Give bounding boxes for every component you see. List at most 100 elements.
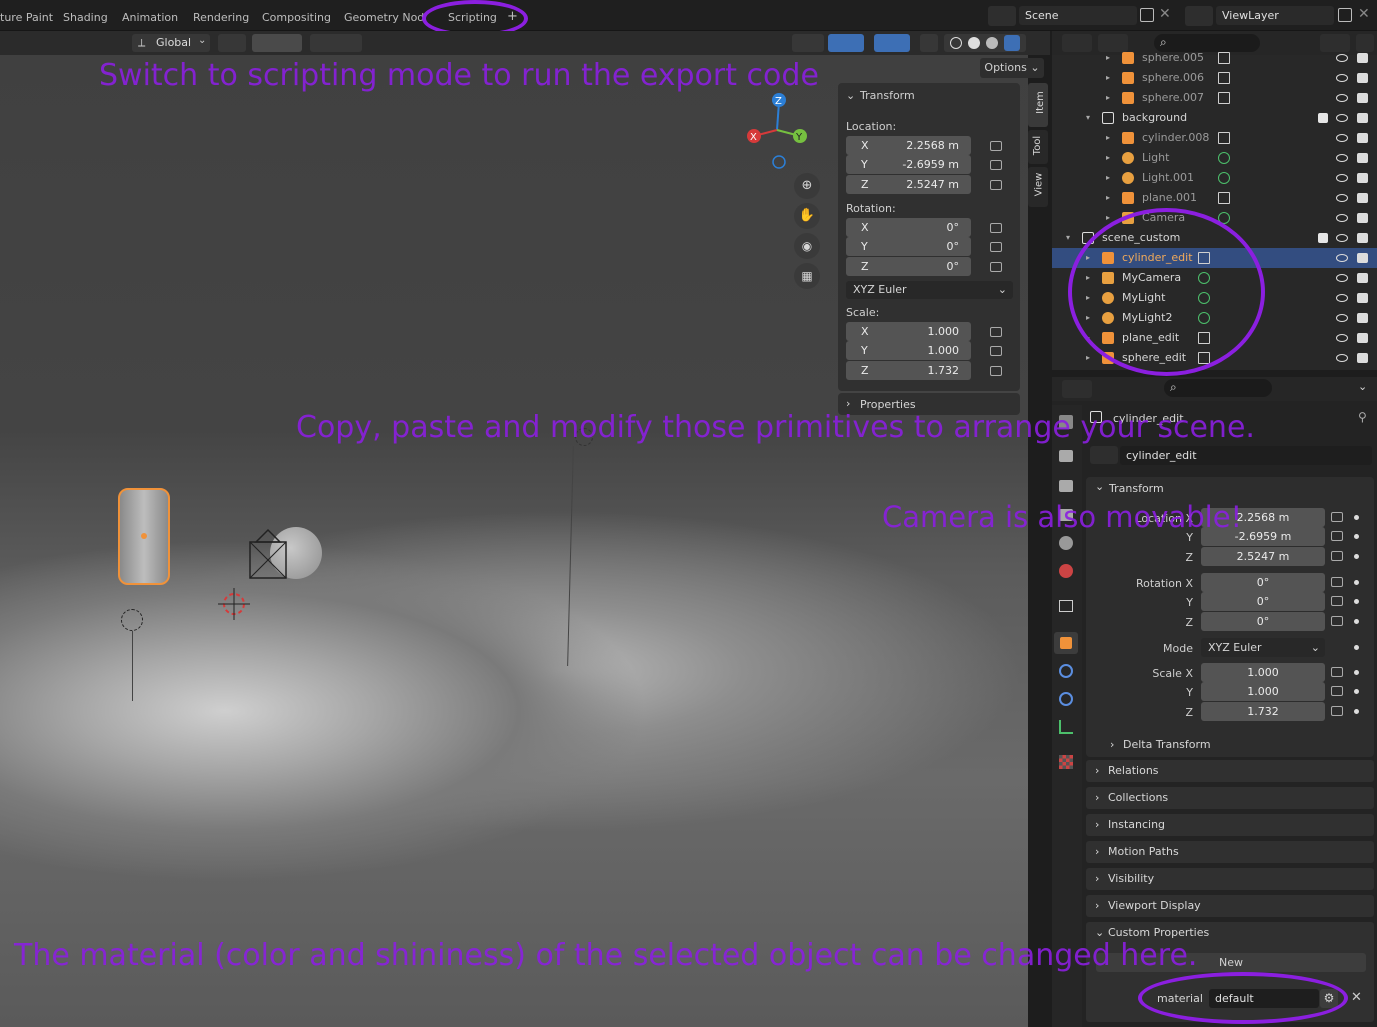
- keyframe-dot-icon[interactable]: [1354, 599, 1359, 604]
- outliner-row[interactable]: ▸ Light.001: [1052, 168, 1377, 188]
- mesh-data-icon[interactable]: [1218, 92, 1230, 104]
- disclosure-triangle-icon[interactable]: ▾: [1066, 228, 1070, 248]
- location-x-field[interactable]: X 2.2568 m: [846, 136, 971, 155]
- lock-icon[interactable]: [1331, 706, 1343, 716]
- render-camera-icon[interactable]: [1357, 53, 1368, 63]
- disclosure-triangle-icon[interactable]: ▸: [1106, 88, 1110, 108]
- lock-icon[interactable]: [1331, 531, 1343, 541]
- collection-tab-icon[interactable]: [1059, 600, 1073, 612]
- tab-texture-paint[interactable]: ture Paint: [0, 11, 53, 24]
- eye-icon[interactable]: [1336, 174, 1348, 182]
- eye-icon[interactable]: [1336, 74, 1348, 82]
- render-camera-icon[interactable]: [1357, 133, 1368, 143]
- pin-icon[interactable]: ⚲: [1358, 410, 1367, 424]
- eye-icon[interactable]: [1336, 54, 1348, 62]
- render-camera-icon[interactable]: [1357, 113, 1368, 123]
- keyframe-dot-icon[interactable]: [1354, 534, 1359, 539]
- eye-icon[interactable]: [1336, 94, 1348, 102]
- render-tab-icon[interactable]: [1059, 450, 1073, 462]
- prop-location-z[interactable]: 2.5247 m: [1201, 547, 1325, 566]
- mesh-data-icon[interactable]: [1218, 52, 1230, 64]
- lock-icon[interactable]: [990, 327, 1002, 337]
- orientation-dropdown[interactable]: ⟂ Global ⌄: [132, 34, 210, 52]
- eye-icon[interactable]: [1336, 134, 1348, 142]
- tab-item[interactable]: Item: [1028, 83, 1048, 127]
- lock-icon[interactable]: [990, 366, 1002, 376]
- render-camera-icon[interactable]: [1357, 153, 1368, 163]
- section-relations[interactable]: › Relations: [1086, 760, 1374, 782]
- chevron-down-icon[interactable]: ⌄: [1095, 480, 1104, 493]
- overlay-toggle[interactable]: [874, 34, 910, 52]
- scene-browse-icon[interactable]: [988, 6, 1016, 26]
- mesh-data-icon[interactable]: [1218, 132, 1230, 144]
- mesh-data-icon[interactable]: [1218, 192, 1230, 204]
- navigation-gizmo[interactable]: Z X Y: [742, 90, 812, 170]
- outliner-row[interactable]: ▸ sphere.005: [1052, 48, 1377, 68]
- chevron-down-icon[interactable]: ⌄: [846, 89, 855, 102]
- render-camera-icon[interactable]: [1357, 213, 1368, 223]
- new-scene-icon[interactable]: [1140, 8, 1154, 22]
- prop-scale-y[interactable]: 1.000: [1201, 682, 1325, 701]
- exclude-checkbox[interactable]: [1318, 113, 1328, 123]
- lock-icon[interactable]: [1331, 551, 1343, 561]
- keyframe-dot-icon[interactable]: [1354, 619, 1359, 624]
- zoom-icon[interactable]: ⊕: [794, 173, 820, 199]
- properties-search-input[interactable]: ⌕: [1164, 379, 1272, 397]
- disclosure-triangle-icon[interactable]: ▸: [1086, 348, 1090, 368]
- lock-icon[interactable]: [1331, 512, 1343, 522]
- keyframe-dot-icon[interactable]: [1354, 554, 1359, 559]
- properties-editor-type[interactable]: [1062, 380, 1092, 398]
- tab-shading[interactable]: Shading: [63, 11, 108, 24]
- disclosure-triangle-icon[interactable]: ▸: [1106, 188, 1110, 208]
- viewlayer-browse-icon[interactable]: [1185, 6, 1213, 26]
- tab-animation[interactable]: Animation: [122, 11, 178, 24]
- render-camera-icon[interactable]: [1357, 193, 1368, 203]
- object-browse-icon[interactable]: [1090, 446, 1118, 464]
- disclosure-triangle-icon[interactable]: ▸: [1106, 68, 1110, 88]
- lock-icon[interactable]: [1331, 667, 1343, 677]
- cylinder-object[interactable]: [118, 488, 170, 585]
- chevron-right-icon[interactable]: ›: [1110, 738, 1114, 751]
- chevron-down-icon[interactable]: ⌄: [1358, 380, 1367, 393]
- disclosure-triangle-icon[interactable]: ▾: [1086, 108, 1090, 128]
- tab-compositing[interactable]: Compositing: [262, 11, 331, 24]
- render-camera-icon[interactable]: [1357, 93, 1368, 103]
- render-camera-icon[interactable]: [1357, 333, 1368, 343]
- lock-icon[interactable]: [990, 346, 1002, 356]
- section-collections[interactable]: › Collections: [1086, 787, 1374, 809]
- lock-icon[interactable]: [1331, 686, 1343, 696]
- output-tab-icon[interactable]: [1059, 480, 1073, 492]
- lock-icon[interactable]: [1331, 616, 1343, 626]
- tab-geometry-nodes[interactable]: Geometry Node: [344, 11, 424, 24]
- delete-viewlayer-icon[interactable]: ✕: [1358, 6, 1370, 22]
- material-tab-icon[interactable]: [1059, 755, 1073, 769]
- eye-icon[interactable]: [1336, 354, 1348, 362]
- outliner-row[interactable]: ▸ Light: [1052, 148, 1377, 168]
- camera-view-icon[interactable]: ◉: [794, 233, 820, 259]
- lock-icon[interactable]: [990, 141, 1002, 151]
- section-visibility[interactable]: › Visibility: [1086, 868, 1374, 890]
- render-camera-icon[interactable]: [1357, 253, 1368, 263]
- eye-icon[interactable]: [1336, 154, 1348, 162]
- disclosure-triangle-icon[interactable]: ▸: [1106, 48, 1110, 68]
- shading-modes[interactable]: [944, 34, 1026, 52]
- prop-rotation-z[interactable]: 0°: [1201, 612, 1325, 631]
- disclosure-triangle-icon[interactable]: ▸: [1106, 128, 1110, 148]
- lock-icon[interactable]: [990, 262, 1002, 272]
- scale-x-field[interactable]: X 1.000: [846, 322, 971, 341]
- constraints-tab-icon[interactable]: [1059, 720, 1073, 734]
- transform-section-title[interactable]: Transform: [1109, 482, 1164, 495]
- rotation-x-field[interactable]: X 0°: [846, 218, 971, 237]
- eye-icon[interactable]: [1336, 114, 1348, 122]
- eye-icon[interactable]: [1336, 234, 1348, 242]
- mesh-data-icon[interactable]: [1218, 72, 1230, 84]
- delete-scene-icon[interactable]: ✕: [1159, 6, 1171, 22]
- keyframe-dot-icon[interactable]: [1354, 670, 1359, 675]
- outliner-row[interactable]: ▸ plane.001: [1052, 188, 1377, 208]
- lock-icon[interactable]: [990, 180, 1002, 190]
- lock-icon[interactable]: [990, 223, 1002, 233]
- new-viewlayer-icon[interactable]: [1338, 8, 1352, 22]
- visibility-dropdown[interactable]: [792, 34, 824, 52]
- render-camera-icon[interactable]: [1357, 173, 1368, 183]
- proportional-edit-toggle[interactable]: [310, 34, 362, 52]
